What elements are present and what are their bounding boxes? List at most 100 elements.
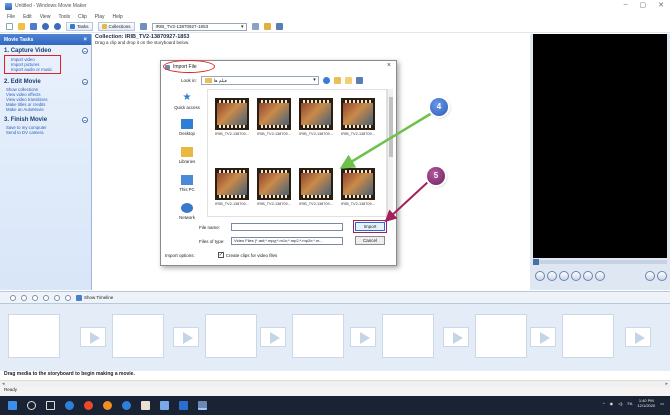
search-icon[interactable] <box>27 401 36 410</box>
redo-icon[interactable] <box>54 23 61 30</box>
finish-movie-section-title[interactable]: 3. Finish Movie ︿ <box>0 112 91 123</box>
file-list-scrollbar[interactable] <box>387 89 393 217</box>
video-file-item[interactable]: IRIB_TV2-138709... <box>214 168 250 214</box>
notifications-icon[interactable]: ▭ <box>660 401 664 406</box>
storyboard-scrollbar[interactable]: ◂ ▸ <box>0 380 670 387</box>
maximize-icon[interactable]: ▢ <box>640 1 647 9</box>
explorer-icon[interactable] <box>160 401 169 410</box>
close-icon[interactable]: ✕ <box>658 1 664 9</box>
create-clips-checkbox[interactable]: ✓ Create clips for video files <box>217 252 277 258</box>
new-collection-icon[interactable] <box>263 23 271 30</box>
clock[interactable]: 1:40 PM 12/1/2020 <box>637 398 655 408</box>
rewind-icon[interactable] <box>583 271 593 281</box>
storyboard-transition-slot[interactable] <box>625 327 651 347</box>
collection-combo[interactable]: IRIB_TV2-13870927-1853 <box>151 22 247 31</box>
storyboard-transition-slot[interactable] <box>260 327 286 347</box>
chevron-up-icon[interactable]: ︿ <box>82 79 88 85</box>
ie-icon[interactable] <box>122 401 131 410</box>
storyboard-transition-slot[interactable] <box>530 327 556 347</box>
video-file-item[interactable]: IRIB_TV2-138709... <box>214 98 250 144</box>
close-icon[interactable]: × <box>83 37 87 43</box>
storyboard-transition-slot[interactable] <box>443 327 469 347</box>
show-timeline-button[interactable]: Show Timeline <box>76 294 113 301</box>
back-icon[interactable] <box>322 77 330 84</box>
chevron-up-icon[interactable]: ︿ <box>82 48 88 54</box>
edit-movie-section-title[interactable]: 2. Edit Movie ︿ <box>0 74 91 85</box>
zoom-out-icon[interactable] <box>43 294 49 301</box>
storyboard-clip-slot[interactable] <box>112 314 164 358</box>
storyboard-clip-slot[interactable] <box>205 314 257 358</box>
file-type-select[interactable]: Video Files (*.asf;*.mpg;*.m1v;*.mp2;*.m… <box>231 237 343 245</box>
file-name-input[interactable] <box>231 223 343 231</box>
language-indicator[interactable]: FA <box>628 401 633 406</box>
capture-video-section-title[interactable]: 1. Capture Video ︿ <box>0 45 91 54</box>
import-audio-link[interactable]: Import audio or music <box>5 67 60 72</box>
scrollbar-thumb[interactable] <box>389 97 393 157</box>
menu-clip[interactable]: Clip <box>78 14 87 20</box>
video-file-item[interactable]: IRIB_TV2-138709... <box>298 98 334 144</box>
forward-icon[interactable] <box>595 271 605 281</box>
video-file-item[interactable]: IRIB_TV2-138709... <box>340 98 376 144</box>
zoom-in-icon[interactable] <box>32 294 38 301</box>
store-icon[interactable] <box>141 401 150 410</box>
volume-icon[interactable]: ◁) <box>618 401 622 406</box>
tasks-button[interactable]: Tasks <box>66 22 93 31</box>
views-icon[interactable] <box>275 23 283 30</box>
start-icon[interactable] <box>8 401 17 410</box>
nav-libraries[interactable]: Libraries <box>169 147 205 164</box>
storyboard-clip-slot[interactable] <box>475 314 527 358</box>
storyboard-clip-slot[interactable] <box>292 314 344 358</box>
nav-network[interactable]: Network <box>169 203 205 220</box>
menu-file[interactable]: File <box>7 14 15 20</box>
storyboard-transition-slot[interactable] <box>350 327 376 347</box>
open-project-icon[interactable] <box>18 23 25 30</box>
menu-tools[interactable]: Tools <box>58 14 70 20</box>
word-icon[interactable] <box>179 401 188 410</box>
play-storyboard-icon[interactable] <box>65 294 71 301</box>
menu-help[interactable]: Help <box>112 14 122 20</box>
video-file-item[interactable]: IRIB_TV2-138709... <box>340 168 376 214</box>
movie-maker-taskbar-icon[interactable] <box>198 401 207 410</box>
collections-button[interactable]: Collections <box>97 22 135 31</box>
import-button[interactable]: Import <box>355 222 385 231</box>
storyboard-transition-slot[interactable] <box>173 327 199 347</box>
nav-quick-access[interactable]: ★ Quick access <box>169 93 205 111</box>
storyboard[interactable] <box>0 304 670 371</box>
send-to-dv-link[interactable]: Send to DV camera <box>0 130 91 135</box>
tray-chevron-icon[interactable]: ^ <box>603 401 605 406</box>
video-file-item[interactable]: IRIB_TV2-138709... <box>256 168 292 214</box>
save-project-icon[interactable] <box>30 23 37 30</box>
view-menu-icon[interactable] <box>355 77 363 84</box>
minimize-icon[interactable]: – <box>624 1 628 9</box>
storyboard-clip-slot[interactable] <box>562 314 614 358</box>
narrate-icon[interactable] <box>21 294 27 301</box>
nav-this-pc[interactable]: This PC <box>169 175 205 192</box>
storyboard-clip-slot[interactable] <box>382 314 434 358</box>
close-icon[interactable]: × <box>387 62 391 69</box>
nav-desktop[interactable]: Desktop <box>169 119 205 136</box>
play-icon[interactable] <box>535 271 545 281</box>
firefox-icon[interactable] <box>103 401 112 410</box>
seek-bar[interactable] <box>533 259 667 265</box>
previous-frame-icon[interactable] <box>559 271 569 281</box>
new-folder-icon[interactable] <box>344 77 352 84</box>
video-file-item[interactable]: IRIB_TV2-138709... <box>298 168 334 214</box>
next-frame-icon[interactable] <box>571 271 581 281</box>
task-view-icon[interactable] <box>46 401 55 410</box>
chrome-icon[interactable] <box>84 401 93 410</box>
storyboard-transition-slot[interactable] <box>80 327 106 347</box>
snapshot-icon[interactable] <box>657 271 667 281</box>
edge-icon[interactable] <box>65 401 74 410</box>
up-folder-icon[interactable] <box>333 77 341 84</box>
set-audio-levels-icon[interactable] <box>10 294 16 301</box>
menu-edit[interactable]: Edit <box>23 14 32 20</box>
storyboard-clip-slot[interactable] <box>8 314 60 358</box>
chevron-up-icon[interactable]: ︿ <box>82 117 88 123</box>
rewind-storyboard-icon[interactable] <box>54 294 60 301</box>
split-clip-icon[interactable] <box>645 271 655 281</box>
menu-view[interactable]: View <box>40 14 51 20</box>
seek-thumb[interactable] <box>533 259 539 265</box>
look-in-combo[interactable]: فیلم ها <box>200 76 319 85</box>
stop-icon[interactable] <box>547 271 557 281</box>
cancel-button[interactable]: Cancel <box>355 236 385 245</box>
